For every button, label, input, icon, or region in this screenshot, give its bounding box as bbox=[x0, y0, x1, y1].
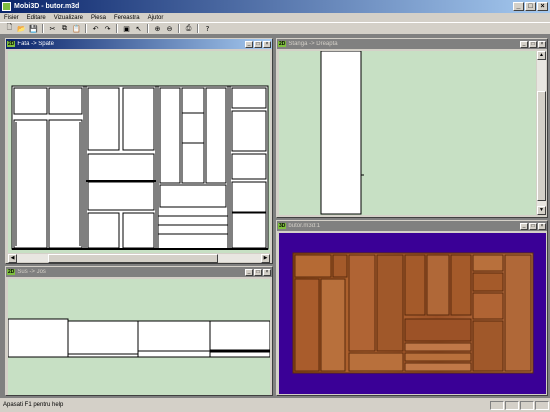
window-front-title: Fata -> Spate bbox=[17, 41, 54, 47]
side-vscrollbar[interactable]: ▲ ▼ bbox=[536, 51, 546, 215]
select-pointer-icon[interactable]: ↖ bbox=[133, 24, 144, 34]
copy-icon[interactable]: ⧉ bbox=[59, 24, 70, 34]
menu-vizualizare[interactable]: Vizualizare bbox=[54, 15, 83, 21]
window-front-titlebar[interactable]: 2D Fata -> Spate _ □ × bbox=[6, 39, 272, 49]
menu-editare[interactable]: Editare bbox=[27, 15, 46, 21]
window-side-view[interactable]: 2D Stanga -> Dreapta _ □ × ▲ ▼ bbox=[276, 38, 548, 218]
window-title: Mobi3D - butor.m3d bbox=[14, 3, 80, 10]
window-side-title: Stanga -> Dreapta bbox=[288, 41, 338, 47]
status-panel bbox=[535, 400, 549, 410]
window-3d-view[interactable]: 3D butor.m3d:1 _ □ × bbox=[276, 220, 548, 396]
status-panel bbox=[520, 400, 534, 410]
paste-icon[interactable]: 📋 bbox=[71, 24, 82, 34]
child-close-button[interactable]: × bbox=[263, 40, 271, 48]
toolbar-separator bbox=[85, 24, 87, 33]
window-front-view[interactable]: 2D Fata -> Spate _ □ × ◀ ▶ bbox=[5, 38, 273, 264]
undo-icon[interactable]: ↶ bbox=[90, 24, 101, 34]
view-2d-badge: 2D bbox=[7, 41, 16, 47]
window-3d-titlebar[interactable]: 3D butor.m3d:1 _ □ × bbox=[277, 221, 547, 231]
title-bar: Mobi3D - butor.m3d _ □ × bbox=[0, 0, 550, 13]
view-2d-badge: 2D bbox=[7, 269, 16, 275]
zoom-out-icon[interactable]: ⊖ bbox=[164, 24, 175, 34]
menu-fereastra[interactable]: Fereastra bbox=[114, 15, 140, 21]
cut-icon[interactable]: ✂ bbox=[47, 24, 58, 34]
child-close-button[interactable]: × bbox=[538, 222, 546, 230]
child-minimize-button[interactable]: _ bbox=[245, 40, 253, 48]
front-view-canvas[interactable] bbox=[8, 51, 270, 253]
add-piece-icon[interactable]: ▣ bbox=[121, 24, 132, 34]
child-maximize-button[interactable]: □ bbox=[529, 40, 537, 48]
minimize-button[interactable]: _ bbox=[513, 2, 524, 11]
window-top-titlebar[interactable]: 2D Sus -> Jos _ □ × bbox=[6, 267, 272, 277]
help-icon[interactable]: ? bbox=[202, 24, 213, 34]
toolbar-separator bbox=[147, 24, 149, 33]
save-icon[interactable]: 💾 bbox=[28, 24, 39, 34]
toolbar-separator bbox=[178, 24, 180, 33]
window-top-view[interactable]: 2D Sus -> Jos _ □ × bbox=[5, 266, 273, 396]
scroll-down-arrow[interactable]: ▼ bbox=[537, 206, 546, 215]
child-maximize-button[interactable]: □ bbox=[254, 40, 262, 48]
view-3d-badge: 3D bbox=[278, 223, 287, 229]
window-side-titlebar[interactable]: 2D Stanga -> Dreapta _ □ × bbox=[277, 39, 547, 49]
view-2d-badge: 2D bbox=[278, 41, 287, 47]
maximize-button[interactable]: □ bbox=[525, 2, 536, 11]
toolbar-separator bbox=[116, 24, 118, 33]
front-view-drawing bbox=[11, 85, 269, 250]
child-close-button[interactable]: × bbox=[263, 268, 271, 276]
zoom-in-icon[interactable]: ⊕ bbox=[152, 24, 163, 34]
view-3d-canvas[interactable] bbox=[279, 233, 546, 394]
scroll-left-arrow[interactable]: ◀ bbox=[8, 254, 17, 263]
scroll-up-arrow[interactable]: ▲ bbox=[537, 51, 546, 60]
top-view-canvas[interactable] bbox=[8, 279, 270, 395]
redo-icon[interactable]: ↷ bbox=[102, 24, 113, 34]
top-view-drawing bbox=[8, 318, 270, 358]
window-3d-title: butor.m3d:1 bbox=[288, 223, 321, 229]
child-minimize-button[interactable]: _ bbox=[520, 222, 528, 230]
toolbar-separator bbox=[42, 24, 44, 33]
child-minimize-button[interactable]: _ bbox=[520, 40, 528, 48]
status-bar: Apasati F1 pentru help bbox=[0, 398, 550, 412]
toolbar-separator bbox=[197, 24, 199, 33]
open-folder-icon[interactable]: 📂 bbox=[16, 24, 27, 34]
new-file-icon[interactable]: 🗋 bbox=[4, 23, 15, 34]
app-icon bbox=[2, 2, 11, 11]
side-view-drawing bbox=[320, 51, 364, 215]
child-maximize-button[interactable]: □ bbox=[254, 268, 262, 276]
status-panel bbox=[505, 400, 519, 410]
menu-piesa[interactable]: Piesa bbox=[91, 15, 106, 21]
child-minimize-button[interactable]: _ bbox=[245, 268, 253, 276]
status-text: Apasati F1 pentru help bbox=[3, 402, 64, 408]
menu-fisier[interactable]: Fisier bbox=[4, 15, 19, 21]
toolbar: 🗋 📂 💾 ✂ ⧉ 📋 ↶ ↷ ▣ ↖ ⊕ ⊖ ⎙? bbox=[0, 22, 550, 35]
app-window: Mobi3D - butor.m3d _ □ × Fisier Editare … bbox=[0, 0, 550, 412]
child-maximize-button[interactable]: □ bbox=[529, 222, 537, 230]
furniture-3d-render bbox=[292, 252, 534, 374]
scroll-thumb[interactable] bbox=[537, 91, 546, 201]
print-icon[interactable]: ⎙ bbox=[183, 24, 194, 34]
menu-bar: Fisier Editare Vizualizare Piesa Fereast… bbox=[0, 13, 550, 22]
close-button[interactable]: × bbox=[537, 2, 548, 11]
side-view-canvas[interactable] bbox=[279, 51, 536, 215]
front-hscrollbar[interactable]: ◀ ▶ bbox=[8, 253, 270, 263]
scroll-thumb[interactable] bbox=[48, 254, 218, 263]
mdi-workspace: 2D Fata -> Spate _ □ × ◀ ▶ 2D Stanga -> … bbox=[0, 35, 550, 398]
child-close-button[interactable]: × bbox=[538, 40, 546, 48]
scroll-right-arrow[interactable]: ▶ bbox=[261, 254, 270, 263]
menu-ajutor[interactable]: Ajutor bbox=[148, 15, 164, 21]
window-top-title: Sus -> Jos bbox=[17, 269, 46, 275]
status-panel bbox=[490, 400, 504, 410]
